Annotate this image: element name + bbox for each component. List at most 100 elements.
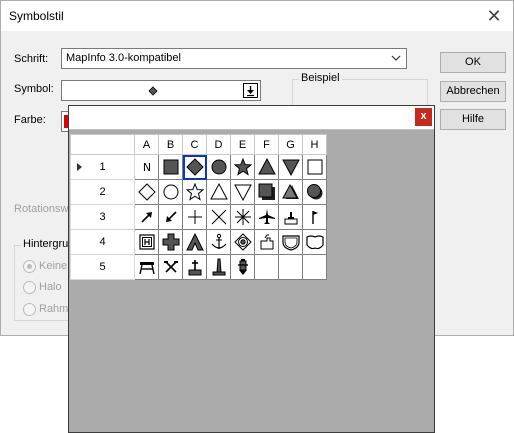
- symbol-cell-anchor-icon[interactable]: [206, 229, 231, 255]
- column-header-c: C: [182, 134, 207, 155]
- symbol-cell-first-aid-cross-icon[interactable]: [158, 229, 183, 255]
- symbol-cell-arrow-sw[interactable]: [158, 204, 183, 230]
- filled-star-icon: [233, 158, 252, 176]
- current-row-marker-icon: [77, 163, 82, 171]
- symbol-cell-filled-triangle-down[interactable]: [278, 154, 303, 180]
- column-header-b: B: [158, 134, 183, 155]
- radio-halo[interactable]: [23, 281, 36, 294]
- symbol-cell-arrow-ne[interactable]: [134, 204, 159, 230]
- symbol-cell-highway-badge-icon[interactable]: [302, 229, 327, 255]
- row-header-5: 5: [70, 254, 135, 280]
- symbol-dropdown-button[interactable]: [243, 83, 258, 98]
- rotation-label: Rotationswi: [14, 203, 71, 215]
- picnic-table-icon: [138, 262, 155, 275]
- symbol-cell-filled-circle[interactable]: [206, 154, 231, 180]
- highway-badge-icon: [305, 235, 324, 250]
- symbol-cell-shadow-square[interactable]: [254, 179, 279, 205]
- building-h-icon: [138, 234, 155, 250]
- symbol-cell-shield-badge-icon[interactable]: [278, 229, 303, 255]
- popup-close-button[interactable]: x: [415, 108, 432, 126]
- symbol-picker[interactable]: [61, 80, 261, 101]
- symbol-cell-hut-icon[interactable]: [278, 204, 303, 230]
- first-aid-cross-icon: [162, 233, 179, 251]
- symbol-cell-filled-diamond[interactable]: [182, 154, 207, 180]
- symbol-cell-monument-icon[interactable]: [206, 254, 231, 280]
- symbol-cell-flag-icon[interactable]: [302, 204, 327, 230]
- monument-icon: [212, 258, 225, 276]
- filled-triangle-icon: [257, 158, 276, 175]
- symbol-cell-open-square[interactable]: [302, 154, 327, 180]
- popup-title-bar: x: [69, 106, 434, 130]
- symbol-cell-asterisk[interactable]: [230, 204, 255, 230]
- x-thin-icon: [211, 209, 226, 225]
- symbol-cell-open-triangle[interactable]: [206, 179, 231, 205]
- symbol-row: 3: [70, 204, 327, 230]
- shadow-square-icon: [258, 183, 275, 200]
- font-select[interactable]: MapInfo 3.0-kompatibel: [61, 48, 407, 69]
- symbol-cell-fire-hydrant-icon[interactable]: [230, 254, 255, 280]
- font-select-value: MapInfo 3.0-kompatibel: [66, 52, 181, 64]
- symbol-row: 4: [70, 229, 327, 255]
- symbol-cell-grave-cross-icon[interactable]: [182, 254, 207, 280]
- symbol-cell-airplane-icon[interactable]: [254, 204, 279, 230]
- symbol-cell-plus-thin[interactable]: [182, 204, 207, 230]
- arrow-sw-icon: [165, 211, 177, 222]
- row-header-1: 1: [70, 154, 135, 180]
- symbol-cell-open-diamond[interactable]: [134, 179, 159, 205]
- symbol-cell-empty[interactable]: [278, 254, 303, 280]
- row-header-3: 3: [70, 204, 135, 230]
- symbol-row: 5: [70, 254, 327, 280]
- symbol-cell-house-outline-icon[interactable]: [254, 229, 279, 255]
- arrow-ne-icon: [140, 212, 152, 223]
- airplane-icon: [258, 209, 275, 224]
- symbol-cell-empty[interactable]: [302, 254, 327, 280]
- title-bar: Symbolstil ✕: [1, 1, 513, 31]
- open-circle-icon: [163, 184, 178, 200]
- symbol-cell-filled-triangle[interactable]: [254, 154, 279, 180]
- dialog-title: Symbolstil: [9, 9, 64, 23]
- symbol-cell-shadow-triangle[interactable]: [278, 179, 303, 205]
- row-header-label: 4: [99, 236, 106, 248]
- symbol-cell-tent-icon[interactable]: [182, 229, 207, 255]
- shadow-circle-icon: [306, 184, 322, 200]
- font-label: Schrift:: [14, 53, 49, 65]
- symbol-cell-picnic-table-icon[interactable]: [134, 254, 159, 280]
- chevron-down-icon: [391, 55, 401, 61]
- filled-triangle-down-icon: [281, 159, 300, 176]
- radio-frame[interactable]: [23, 303, 36, 316]
- row-header-label: 1: [99, 161, 106, 173]
- open-square-icon: [307, 159, 322, 175]
- symbol-cell-crossed-tools-icon[interactable]: [158, 254, 183, 280]
- column-header-e: E: [230, 134, 255, 155]
- anchor-icon: [211, 233, 226, 249]
- symbol-cell-empty[interactable]: [254, 254, 279, 280]
- help-button[interactable]: Hilfe: [440, 109, 506, 130]
- filled-square-icon: [163, 159, 178, 175]
- symbol-cell-x-thin[interactable]: [206, 204, 231, 230]
- house-outline-icon: [260, 234, 273, 250]
- symbol-cell-target-diamond-icon[interactable]: [230, 229, 255, 255]
- open-triangle-down-icon: [233, 184, 252, 201]
- diamond-symbol-icon: [148, 86, 158, 96]
- close-icon[interactable]: ✕: [483, 5, 505, 27]
- symbol-cell-open-triangle-down[interactable]: [230, 179, 255, 205]
- cancel-button[interactable]: Abbrechen: [440, 81, 506, 102]
- symbol-cell-letter-n[interactable]: N: [134, 154, 159, 180]
- flag-icon: [311, 211, 318, 224]
- column-header-g: G: [278, 134, 303, 155]
- symbol-cell-open-star[interactable]: [182, 179, 207, 205]
- symbol-cell-filled-star[interactable]: [230, 154, 255, 180]
- shadow-triangle-icon: [281, 183, 299, 199]
- letter-n-icon: N: [142, 161, 150, 174]
- symbol-cell-open-circle[interactable]: [158, 179, 183, 205]
- symbol-cell-filled-square[interactable]: [158, 154, 183, 180]
- radio-none[interactable]: [23, 260, 36, 273]
- symbol-cell-building-h-icon[interactable]: [134, 229, 159, 255]
- target-diamond-icon: [233, 233, 252, 251]
- ok-button[interactable]: OK: [440, 52, 506, 73]
- row-header-4: 4: [70, 229, 135, 255]
- symbol-row: 2: [70, 179, 327, 205]
- symbol-cell-shadow-circle[interactable]: [302, 179, 327, 205]
- preview-label: Beispiel: [299, 72, 342, 84]
- row-header-label: 3: [99, 211, 106, 223]
